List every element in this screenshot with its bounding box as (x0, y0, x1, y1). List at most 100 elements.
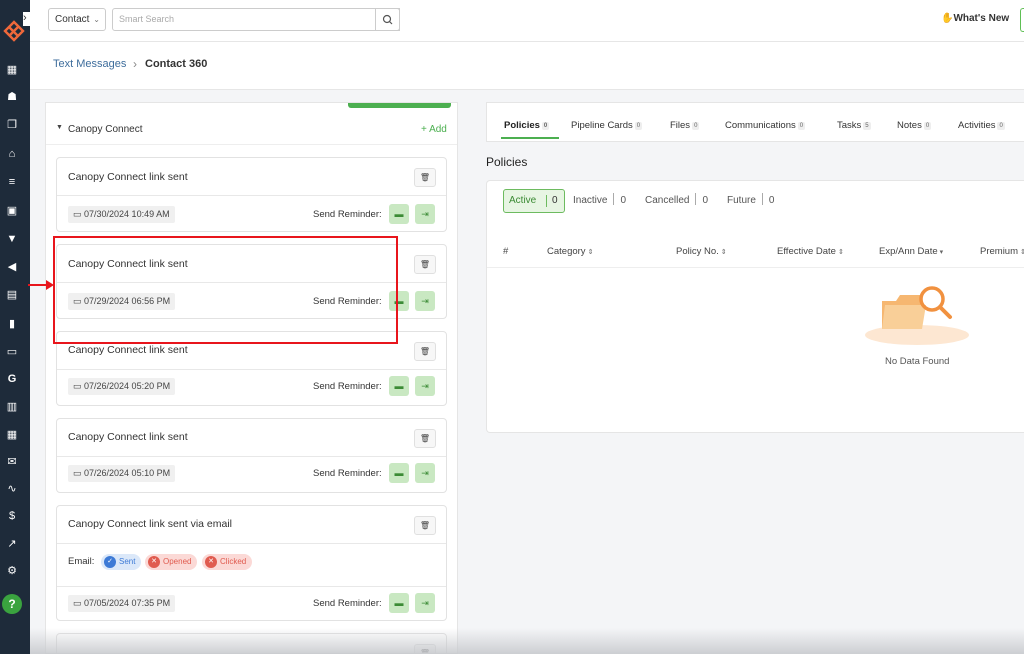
tab-pipeline-cards[interactable]: Pipeline Cards 0 (571, 120, 643, 131)
email-reminder-button[interactable]: ⇥ (415, 291, 435, 311)
tab-label: Activities (958, 120, 996, 131)
trash-icon[interactable]: 🗑 (414, 429, 436, 448)
whats-new-link[interactable]: ✋What's New (941, 13, 1009, 24)
dashboard-icon[interactable]: ▦ (4, 63, 20, 77)
top-right-button[interactable] (1020, 8, 1024, 32)
topbar: Contact ⌄ Smart Search ✋What's New (30, 0, 1024, 42)
status-badge-label: Clicked (220, 557, 247, 566)
divider (57, 456, 446, 457)
divider (57, 586, 446, 587)
trash-icon[interactable]: 🗑 (414, 168, 436, 187)
x-icon: ✕ (148, 556, 160, 568)
sort-icon: ⇕ (1020, 249, 1024, 256)
sms-reminder-button[interactable]: ▬ (389, 593, 409, 613)
empty-folder-icon (865, 286, 969, 345)
copy-icon[interactable]: ❐ (4, 118, 20, 132)
sms-reminder-button[interactable]: ▬ (389, 463, 409, 483)
folder-icon[interactable]: ▭ (4, 345, 20, 359)
sms-reminder-button[interactable]: ▬ (389, 376, 409, 396)
card-date-text: 07/30/2024 10:49 AM (84, 209, 170, 219)
tab-label: Pipeline Cards (571, 120, 633, 131)
line-chart-icon[interactable]: ↗ (4, 537, 20, 551)
contact-select[interactable]: Contact ⌄ (48, 8, 106, 31)
tab-files[interactable]: Files 0 (670, 120, 700, 131)
column-header-effective-date[interactable]: Effective Date ⇕ (777, 246, 844, 257)
column-header-category[interactable]: Category ⇕ (547, 246, 593, 257)
id-card-icon[interactable]: ▣ (4, 204, 20, 218)
card-date: ▭ 07/30/2024 10:49 AM (68, 206, 175, 223)
breadcrumb-text-messages[interactable]: Text Messages (53, 58, 126, 70)
caret-down-icon[interactable]: ▼ (56, 124, 63, 131)
green-button-edge[interactable] (348, 103, 451, 108)
empty-state-text: No Data Found (885, 356, 950, 367)
signature-icon[interactable]: ∿ (4, 482, 20, 496)
tab-count: 0 (797, 122, 806, 130)
bank-icon[interactable]: ⌂ (4, 147, 20, 161)
calendar-small-icon: ▭ (73, 598, 85, 608)
column-header-exp-ann-date[interactable]: Exp/Ann Date ▾ (879, 246, 943, 257)
bar-chart-icon[interactable]: ▮ (4, 317, 20, 331)
mail-icon[interactable]: ✉ (4, 455, 20, 469)
filter-inactive[interactable]: Inactive 0 (573, 189, 626, 213)
tab-communications[interactable]: Communications 0 (725, 120, 806, 131)
trash-icon[interactable]: 🗑 (414, 255, 436, 274)
email-label: Email: (68, 556, 95, 567)
card-title: Canopy Connect link sent (68, 431, 188, 443)
tab-notes[interactable]: Notes 0 (897, 120, 932, 131)
email-reminder-button[interactable]: ⇥ (415, 376, 435, 396)
tab-count: 0 (634, 122, 643, 130)
search-input[interactable]: Smart Search (112, 8, 400, 31)
breadcrumb: Text Messages › Contact 360 (30, 42, 1024, 90)
hand-icon: ✋ (941, 13, 954, 24)
tab-count: 5 (863, 122, 871, 130)
divider (613, 193, 615, 205)
dollar-icon[interactable]: $ (4, 509, 20, 523)
card-date: ▭ 07/26/2024 05:10 PM (68, 465, 176, 482)
trash-icon[interactable]: 🗑 (414, 342, 436, 361)
status-badge-sent: ✓ Sent (101, 554, 142, 570)
file-icon[interactable]: ▥ (4, 400, 20, 414)
filter-count: 0 (620, 195, 627, 206)
policies-title: Policies (486, 155, 528, 169)
filter-icon[interactable]: ▼ (4, 232, 20, 246)
column-header-policy-no[interactable]: Policy No. ⇕ (676, 246, 727, 257)
tab-tasks[interactable]: Tasks 5 (837, 120, 871, 131)
filter-future[interactable]: Future 0 (727, 189, 774, 213)
bottom-shadow (30, 628, 1024, 654)
document-icon[interactable]: ▤ (4, 288, 20, 302)
chevron-down-icon: ⌄ (93, 15, 100, 24)
list-icon[interactable]: ≡ (4, 175, 20, 189)
tab-count: 0 (692, 122, 700, 130)
email-reminder-button[interactable]: ⇥ (415, 204, 435, 224)
tab-count: 0 (997, 122, 1005, 130)
calendar-icon[interactable]: ▦ (4, 428, 20, 442)
contacts-icon[interactable]: ☗ (4, 90, 20, 104)
sms-reminder-button[interactable]: ▬ (389, 204, 409, 224)
status-badge-label: Opened (163, 557, 192, 566)
add-button[interactable]: + Add (421, 124, 447, 135)
google-icon[interactable]: G (4, 372, 20, 386)
tab-count: 0 (541, 122, 550, 130)
tab-bar: Policies 0 Pipeline Cards 0 Files 0 Communi… (486, 102, 1024, 142)
filter-count: 0 (768, 195, 775, 206)
tab-activities[interactable]: Activities 0 (958, 120, 1005, 131)
megaphone-icon[interactable]: ◀ (4, 260, 20, 274)
tab-policies[interactable]: Policies 0 (504, 120, 550, 131)
email-reminder-button[interactable]: ⇥ (415, 593, 435, 613)
column-label: Category (547, 246, 586, 257)
search-button[interactable] (375, 8, 400, 31)
filter-active[interactable]: Active 0 (503, 189, 565, 213)
sort-icon: ⇕ (587, 249, 594, 256)
gear-icon[interactable]: ⚙ (4, 564, 20, 578)
trash-icon[interactable]: 🗑 (414, 516, 436, 535)
sidebar: ▦ ☗ ❐ ⌂ ≡ ▣ ▼ ◀ ▤ ▮ ▭ G ▥ ▦ ✉ ∿ $ ↗ ⚙ ? (0, 0, 30, 654)
calendar-small-icon: ▭ (73, 468, 85, 478)
help-icon[interactable]: ? (2, 594, 22, 614)
filter-cancelled[interactable]: Cancelled 0 (645, 189, 708, 213)
send-reminder-label: Send Reminder: (313, 381, 382, 392)
tab-label: Files (670, 120, 691, 131)
card-date: ▭ 07/26/2024 05:20 PM (68, 378, 176, 395)
email-reminder-button[interactable]: ⇥ (415, 463, 435, 483)
sort-desc-icon: ▾ (939, 249, 944, 256)
column-header-premium[interactable]: Premium ⇕ (980, 246, 1024, 257)
